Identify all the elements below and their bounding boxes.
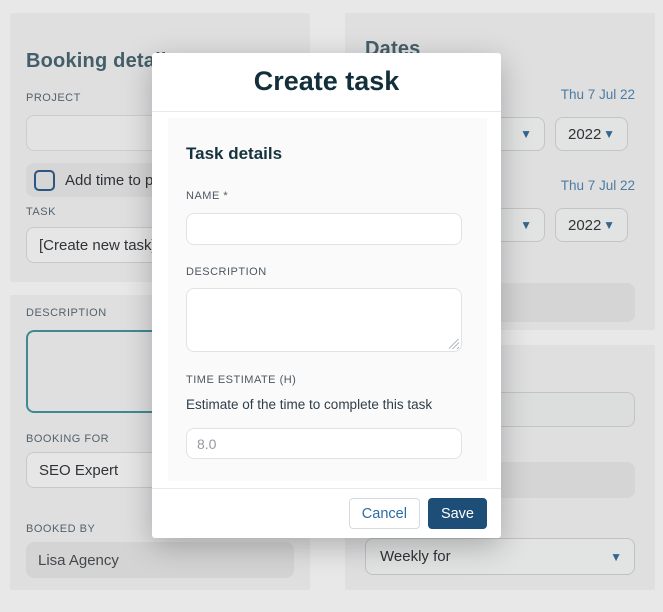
task-description-textarea[interactable] — [186, 288, 462, 352]
create-task-modal: Create task Task details NAME * DESCRIPT… — [152, 53, 501, 538]
modal-title: Create task — [152, 53, 501, 110]
task-description-label: DESCRIPTION — [186, 266, 462, 278]
name-input[interactable] — [186, 213, 462, 245]
save-button[interactable]: Save — [428, 498, 487, 529]
cancel-button[interactable]: Cancel — [349, 498, 420, 529]
app-screen: Booking details PROJECT Add time to pro … — [0, 0, 663, 612]
time-estimate-label: TIME ESTIMATE (H) — [186, 374, 462, 386]
resize-grip-icon[interactable] — [449, 339, 459, 349]
time-estimate-input[interactable] — [186, 428, 462, 459]
task-description-wrap — [186, 288, 462, 352]
modal-header: Create task — [152, 53, 501, 112]
name-label: NAME * — [186, 190, 462, 202]
task-details-heading: Task details — [186, 144, 462, 164]
time-estimate-help: Estimate of the time to complete this ta… — [186, 397, 462, 413]
modal-body: Task details NAME * DESCRIPTION TIME EST… — [152, 112, 501, 481]
modal-footer: Cancel Save — [152, 488, 501, 538]
task-details-panel: Task details NAME * DESCRIPTION TIME EST… — [168, 118, 487, 481]
